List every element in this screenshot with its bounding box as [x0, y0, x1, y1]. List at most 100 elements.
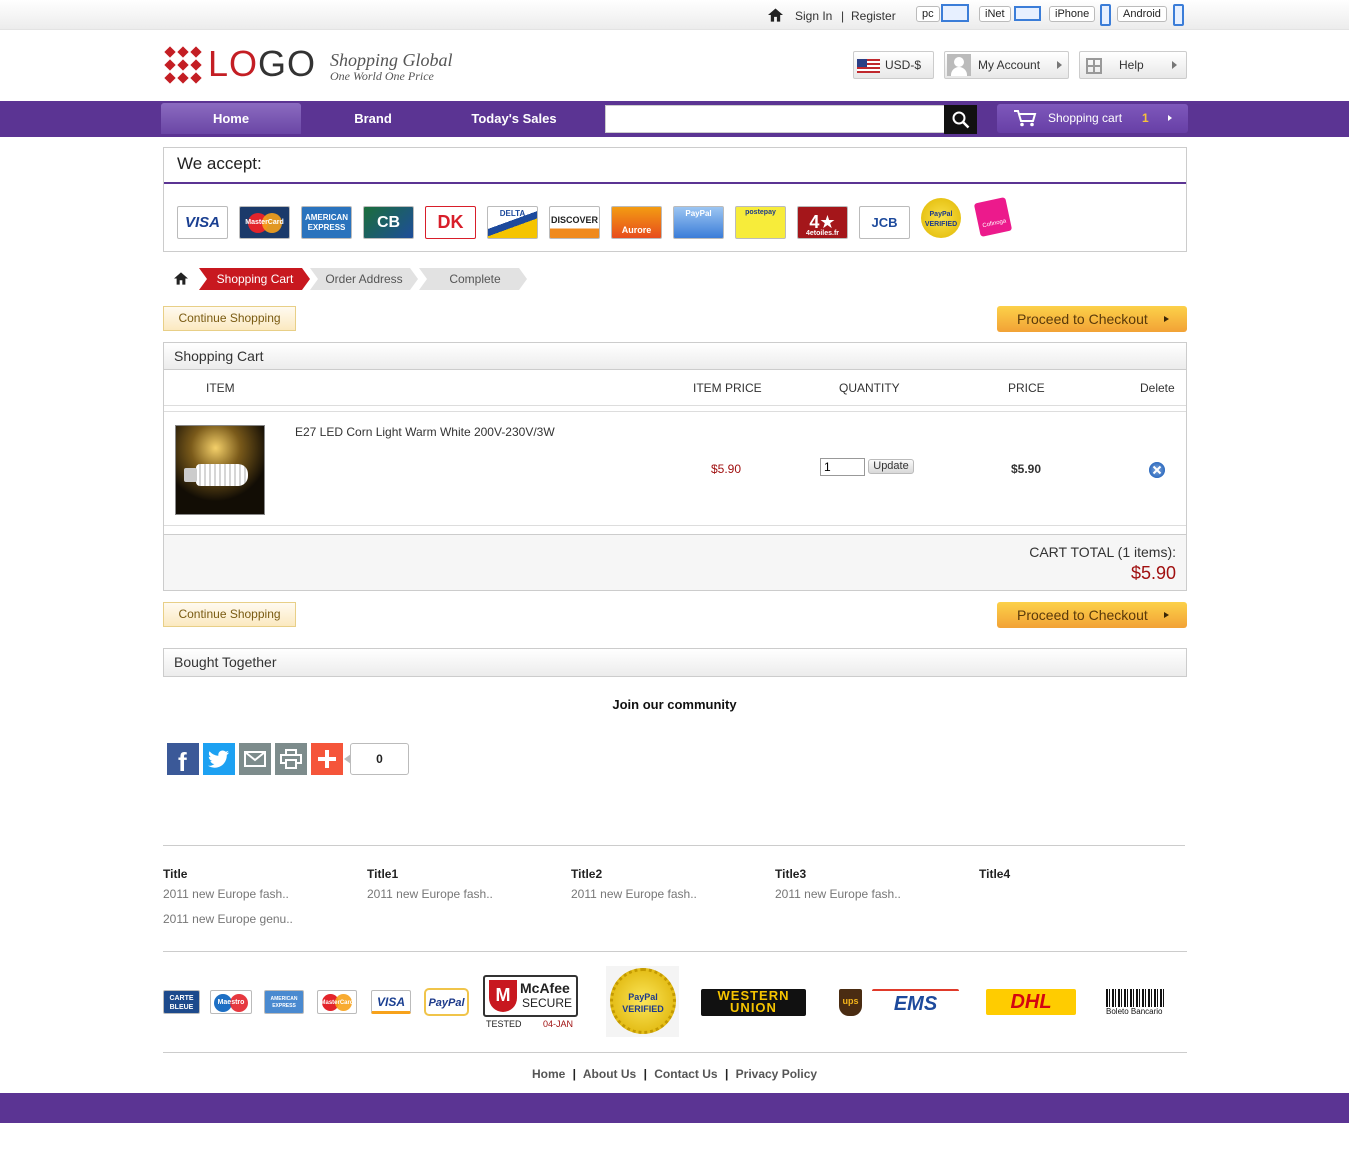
footer-link[interactable]: 2011 new Europe fash.. [571, 887, 697, 901]
mcafee-shield-icon: M [489, 980, 517, 1012]
shopping-cart-button[interactable]: Shopping cart 1 [997, 104, 1188, 133]
logo-diamond-icon[interactable] [163, 45, 203, 85]
footer-bar [0, 1093, 1349, 1123]
divider [164, 525, 1186, 526]
footer-link[interactable]: 2011 new Europe genu.. [163, 912, 293, 926]
tagline-sub: One World One Price [330, 69, 434, 83]
divider [164, 182, 1186, 184]
my-account-button[interactable]: My Account [944, 51, 1069, 79]
share-count: 0 [350, 743, 409, 775]
share-plus-icon[interactable] [311, 743, 343, 775]
quantity-input[interactable] [820, 458, 865, 476]
paypal-verified-icon: PayPal VERIFIED [921, 198, 961, 238]
mastercard-icon: MasterCard [239, 206, 290, 239]
divider [164, 411, 1186, 412]
checkout-label: Proceed to Checkout [1017, 607, 1148, 623]
divider [164, 405, 1186, 406]
search-input[interactable] [605, 105, 945, 133]
cart-total-value: $5.90 [1130, 563, 1176, 583]
postepay-card-icon: postepay [735, 206, 786, 239]
shopping-cart-panel: Shopping Cart ITEM ITEM PRICE QUANTITY P… [163, 342, 1187, 591]
cart-label: Shopping cart [1048, 111, 1123, 125]
separator: | [643, 1067, 647, 1081]
device-pc-label[interactable]: pc [916, 6, 940, 22]
footer-link-about[interactable]: About Us [583, 1067, 636, 1081]
footer-link[interactable]: 2011 new Europe fash.. [367, 887, 493, 901]
item-price: $5.90 [711, 462, 742, 476]
discover-card-icon: DISCOVER [549, 206, 600, 239]
mcafee-secure-badge: M McAfee SECURE [483, 975, 578, 1017]
print-icon[interactable] [275, 743, 307, 775]
col-quantity: QUANTITY [839, 381, 900, 395]
continue-shopping-button[interactable]: Continue Shopping [163, 306, 296, 331]
paypal-icon: PayPal [424, 988, 469, 1016]
chevron-right-icon [1172, 61, 1177, 69]
android-phone-icon[interactable] [1173, 4, 1184, 26]
currency-button[interactable]: USD-$ [853, 51, 934, 79]
footer-link[interactable]: 2011 new Europe fash.. [163, 887, 289, 901]
sign-in-link[interactable]: Sign In [795, 9, 832, 23]
facebook-icon[interactable]: f [167, 743, 199, 777]
user-avatar-icon [947, 54, 971, 76]
device-inet-label[interactable]: iNet [979, 6, 1011, 22]
share-count-pointer [344, 754, 351, 764]
device-android-label[interactable]: Android [1117, 6, 1167, 22]
proceed-to-checkout-button[interactable]: Proceed to Checkout [997, 306, 1187, 332]
divider [163, 845, 1185, 846]
delta-card-icon: DELTA [487, 206, 538, 239]
we-accept-title: We accept: [177, 154, 262, 173]
top-bar: Sign In | Register pc iNet iPhone Androi… [0, 0, 1349, 30]
nav-todays-sales[interactable]: Today's Sales [446, 103, 582, 134]
email-icon[interactable] [239, 743, 271, 775]
cb-card-icon: CB [363, 206, 414, 239]
logo-text-dark: GO [258, 43, 317, 84]
community-title: Join our community [612, 697, 737, 712]
footer-col-title: Title1 [367, 867, 399, 881]
nav-brand[interactable]: Brand [310, 103, 436, 134]
footer-link[interactable]: 2011 new Europe fash.. [775, 887, 901, 901]
footer-nav: Home | About Us | Contact Us | Privacy P… [0, 1067, 1349, 1081]
jcb-card-icon: JCB [859, 206, 910, 239]
home-icon[interactable] [768, 8, 783, 22]
logo-text[interactable]: LOGO [208, 44, 316, 84]
cart-total-label: CART TOTAL (1 items): [1029, 544, 1176, 560]
cart-total-area: CART TOTAL (1 items): $5.90 [164, 534, 1186, 590]
maestro-icon: Maestro [210, 990, 252, 1014]
tagline: Shopping Global One World One Price [330, 50, 453, 82]
help-button[interactable]: Help [1079, 51, 1187, 79]
aurore-card-icon: Aurore [611, 206, 662, 239]
boleto-label: Boleto Bancario [1106, 1007, 1163, 1016]
help-label: Help [1119, 58, 1144, 72]
nav-home[interactable]: Home [161, 103, 301, 134]
footer-link-contact[interactable]: Contact Us [654, 1067, 717, 1081]
product-name-link[interactable]: E27 LED Corn Light Warm White 200V-230V/… [295, 425, 555, 439]
separator: | [841, 9, 845, 23]
ups-icon: ups [839, 989, 862, 1016]
register-link[interactable]: Register [851, 9, 896, 23]
step-shopping-cart: Shopping Cart [216, 272, 294, 286]
home-icon[interactable] [174, 272, 188, 285]
phone-icon[interactable] [1100, 4, 1111, 26]
barcode-icon [1106, 989, 1164, 1007]
continue-shopping-button[interactable]: Continue Shopping [163, 602, 296, 627]
col-delete: Delete [1140, 381, 1175, 395]
proceed-to-checkout-button[interactable]: Proceed to Checkout [997, 602, 1187, 628]
divider [163, 951, 1187, 952]
footer-link-privacy[interactable]: Privacy Policy [736, 1067, 817, 1081]
footer-link-home[interactable]: Home [532, 1067, 565, 1081]
western-union-icon: WESTERN UNION [701, 989, 806, 1016]
ems-icon: EMS [872, 989, 959, 1016]
product-image[interactable] [175, 425, 265, 515]
delete-icon[interactable] [1148, 461, 1166, 479]
checkout-label: Proceed to Checkout [1017, 311, 1148, 327]
chevron-right-icon [1164, 612, 1169, 618]
device-iphone-label[interactable]: iPhone [1049, 6, 1096, 22]
footer-col-title: Title [163, 867, 188, 881]
tablet-icon[interactable] [1014, 6, 1041, 21]
update-button[interactable]: Update [868, 459, 914, 474]
twitter-icon[interactable] [203, 743, 235, 775]
search-button[interactable] [944, 105, 977, 134]
desktop-icon[interactable] [941, 4, 969, 22]
paypal-verified-seal: PayPal VERIFIED [610, 968, 676, 1034]
carte-bleue-icon: CARTE BLEUE [163, 990, 200, 1014]
